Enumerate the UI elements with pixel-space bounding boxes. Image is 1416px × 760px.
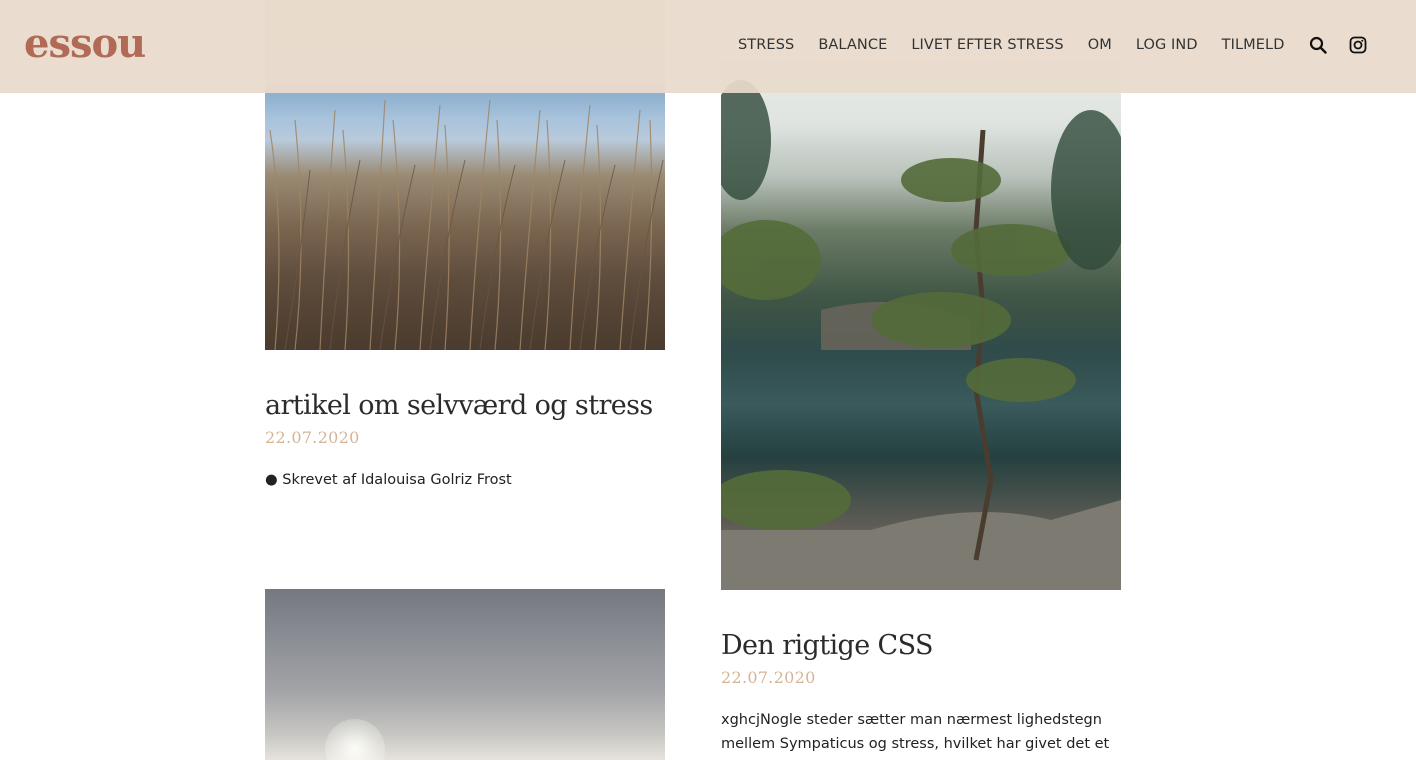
- article-image-sky[interactable]: [265, 589, 665, 760]
- article-title[interactable]: Den rigtige CSS: [721, 626, 1121, 666]
- site-logo[interactable]: essou: [24, 20, 146, 68]
- nav-item-livet-efter-stress[interactable]: LIVET EFTER STRESS: [911, 37, 1063, 53]
- nav-item-tilmeld[interactable]: TILMELD: [1222, 37, 1285, 53]
- nav-item-om[interactable]: OM: [1088, 37, 1112, 53]
- instagram-icon[interactable]: [1348, 35, 1368, 55]
- article-card-2: Den rigtige CSS 22.07.2020 xghcjNogle st…: [721, 626, 1121, 756]
- sun-glow: [325, 719, 385, 760]
- article-date: 22.07.2020: [265, 428, 360, 447]
- article-card-1: artikel om selvværd og stress 22.07.2020…: [265, 386, 665, 492]
- nav-item-stress[interactable]: STRESS: [738, 37, 794, 53]
- article-image-forest[interactable]: [721, 60, 1121, 590]
- article-excerpt: ● Skrevet af Idalouisa Golriz Frost: [265, 472, 512, 488]
- nav-item-balance[interactable]: BALANCE: [818, 37, 887, 53]
- search-icon[interactable]: [1308, 35, 1328, 55]
- article-excerpt: xghcjNogle steder sætter man nærmest lig…: [721, 712, 1110, 752]
- article-title[interactable]: artikel om selvværd og stress: [265, 386, 665, 426]
- site-header: essou STRESS BALANCE LIVET EFTER STRESS …: [0, 0, 1416, 93]
- nav-item-log-ind[interactable]: LOG IND: [1136, 37, 1198, 53]
- main-nav: STRESS BALANCE LIVET EFTER STRESS OM LOG…: [738, 34, 1388, 56]
- article-date: 22.07.2020: [721, 668, 816, 687]
